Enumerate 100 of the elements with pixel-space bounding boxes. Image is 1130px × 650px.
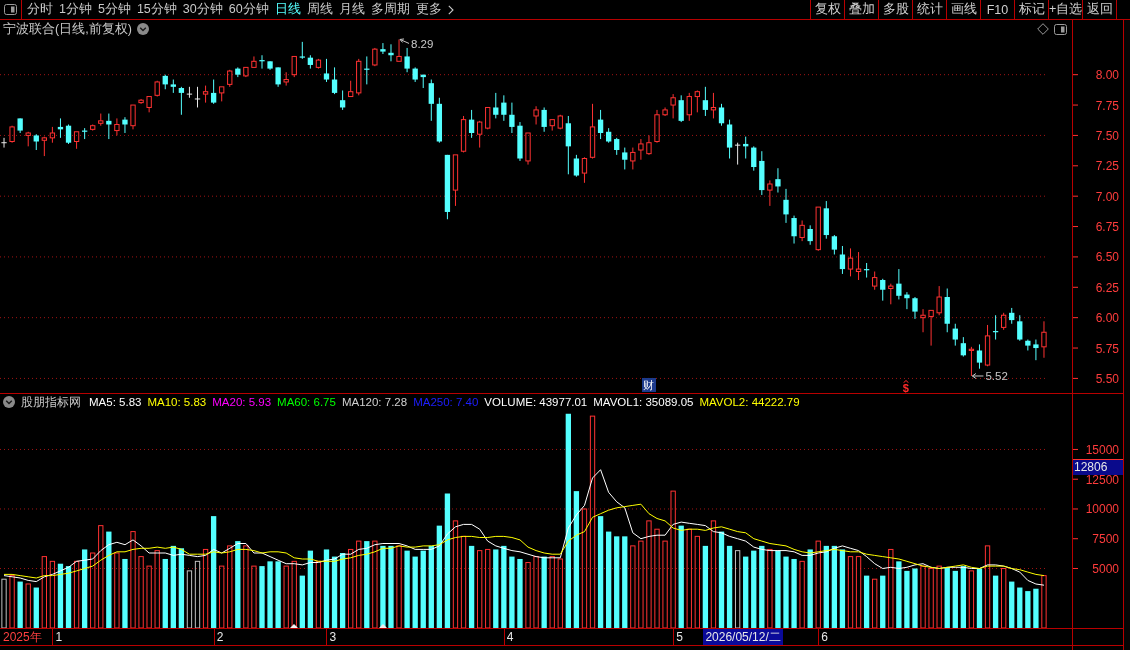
toolbar-button[interactable]: 画线 (946, 0, 980, 19)
candle (396, 38, 402, 62)
candle (348, 80, 354, 98)
triangle-icon (378, 624, 387, 628)
toolbar-button[interactable]: 多股 (878, 0, 912, 19)
signal-mark[interactable]: $ (902, 383, 909, 393)
axis-tick (1073, 165, 1079, 167)
volume-bar (162, 558, 168, 628)
candle (743, 136, 749, 159)
date-axis-label: 6 (818, 629, 828, 645)
arrow-icon (971, 373, 984, 379)
axis-tick (1073, 478, 1079, 480)
diamond-icon[interactable] (1037, 23, 1049, 35)
axis-label: 8.00 (1095, 68, 1119, 83)
axis-label: 7500 (1092, 532, 1119, 547)
period-tab[interactable]: 60分钟 (228, 1, 269, 18)
axis-label: 5.50 (1095, 371, 1119, 386)
axis-label: 5000 (1092, 562, 1119, 576)
volume-bar (872, 578, 878, 628)
period-tab[interactable]: 30分钟 (182, 1, 223, 18)
volume-bar (9, 575, 15, 628)
volume-bar (525, 562, 531, 628)
toolbar-button[interactable]: 复权 (810, 0, 844, 19)
candle (106, 113, 112, 140)
candle (960, 336, 966, 358)
candle (420, 74, 426, 89)
volume-bar (557, 558, 563, 628)
more-menu[interactable]: 更多 (415, 1, 454, 18)
toolbar-button[interactable]: +自选 (1048, 0, 1082, 19)
toolbar-button[interactable]: F10 (980, 0, 1014, 19)
period-tab[interactable]: 分时 (27, 1, 53, 18)
date-axis-label: 1 (52, 629, 63, 645)
candle (428, 79, 434, 122)
candle (920, 308, 926, 333)
candle (25, 131, 31, 147)
volume-bar (17, 581, 23, 628)
dropdown-icon[interactable] (136, 23, 149, 35)
candle (219, 86, 225, 102)
volume-bar (549, 556, 555, 628)
axis-tick (1073, 286, 1079, 288)
candle (33, 133, 39, 151)
candle (783, 188, 789, 224)
toolbar-button[interactable]: 返回 (1082, 0, 1116, 19)
period-tab[interactable]: 多周期 (370, 1, 410, 18)
toolbar-button[interactable]: 统计 (912, 0, 946, 19)
candle (767, 179, 773, 207)
candle (436, 97, 442, 144)
volume-bar (1, 578, 7, 628)
candle (154, 80, 160, 98)
axis-label: 15000 (1085, 442, 1119, 457)
volume-bar (880, 575, 886, 628)
period-tab[interactable]: 15分钟 (136, 1, 177, 18)
period-tab[interactable]: 1分钟 (59, 1, 92, 18)
candle (509, 102, 515, 134)
candle (614, 137, 620, 156)
toolbar-button[interactable]: 标记 (1014, 0, 1048, 19)
indicator-name: 股朋指标网 (21, 393, 81, 411)
period-tab[interactable]: 周线 (306, 1, 333, 18)
candle (17, 117, 23, 134)
candle (694, 89, 700, 113)
axis-tick (1073, 568, 1079, 569)
axis-tick (1073, 538, 1079, 540)
volume-bar (412, 556, 418, 628)
legend-item: MA5: 5.83 (89, 396, 142, 408)
candle (1, 137, 7, 149)
panel-icon[interactable] (1054, 23, 1067, 35)
volume-bar (1017, 587, 1023, 628)
toolbar-button[interactable]: 叠加 (844, 0, 878, 19)
candle (533, 105, 539, 125)
volume-bar (509, 556, 515, 628)
axis-tick (1073, 226, 1079, 228)
candle (646, 134, 652, 156)
candle (952, 323, 958, 347)
period-tab[interactable]: 月线 (338, 1, 365, 18)
candle (872, 271, 878, 291)
arrow-icon (399, 38, 410, 44)
candle (799, 219, 805, 242)
volume-bar (517, 558, 523, 628)
candle (1017, 314, 1023, 342)
candle (670, 93, 676, 119)
candle (606, 127, 612, 144)
candle (138, 98, 144, 105)
candle (759, 150, 765, 196)
candle (356, 58, 362, 96)
candle (1025, 339, 1031, 351)
candle (122, 116, 128, 134)
legend-item: MA20: 5.93 (212, 396, 272, 408)
dropdown-icon[interactable] (3, 396, 15, 408)
caret-up-icon (902, 380, 909, 383)
axis-label: 7.00 (1095, 189, 1119, 204)
axis-label: 7.50 (1095, 128, 1119, 143)
event-badge[interactable]: 财 (641, 378, 656, 392)
candle (170, 79, 176, 94)
axis-tick (1073, 448, 1079, 450)
period-tab[interactable]: 日线 (274, 1, 301, 18)
period-tab[interactable]: 5分钟 (97, 1, 131, 18)
candle (485, 107, 491, 130)
volume-bar (791, 558, 797, 628)
volume-bar (219, 565, 225, 628)
axis-tick (1073, 317, 1079, 319)
